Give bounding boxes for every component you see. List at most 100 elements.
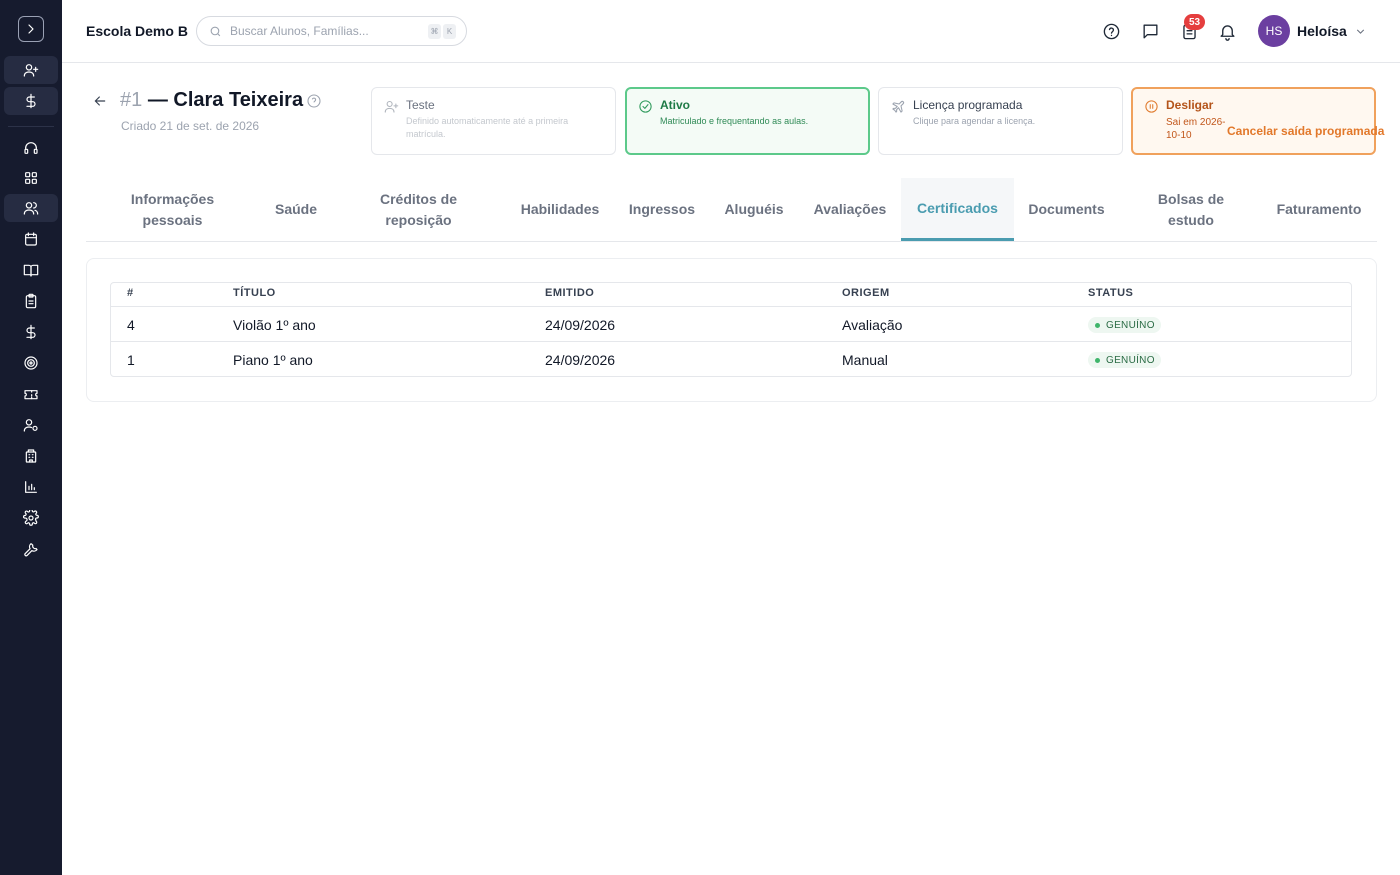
users-icon (23, 202, 39, 215)
user-plus-icon (384, 99, 399, 119)
sidebar-item-reports[interactable] (4, 473, 58, 501)
tasks-count-badge: 53 (1184, 14, 1206, 30)
back-button[interactable] (92, 93, 110, 111)
table-row-divider (111, 341, 1351, 342)
ticket-icon (24, 390, 38, 400)
sidebar-item-tickets[interactable] (4, 380, 58, 408)
school-name: Escola Demo B (86, 23, 188, 39)
dollar-icon (26, 324, 36, 340)
sidebar-item-support[interactable] (4, 134, 58, 162)
sidebar-item-billing[interactable] (4, 87, 58, 115)
sidebar-item-finance[interactable] (4, 318, 58, 346)
tab-avaliacoes[interactable]: Avaliações (809, 178, 891, 241)
user-plus-icon (23, 64, 39, 77)
tab-saude[interactable]: Saúde (261, 178, 331, 241)
status-card-desligar[interactable]: Desligar Sai em 2026-10-10 (1131, 87, 1376, 155)
message-square-icon (1142, 23, 1158, 39)
notifications-button[interactable] (1216, 20, 1238, 42)
shortcut-key-cmd: ⌘ (428, 24, 441, 39)
sidebar-item-goals[interactable] (4, 349, 58, 377)
sidebar-item-attendance[interactable] (4, 287, 58, 315)
row-2-number: 1 (127, 352, 135, 368)
col-header-title: TÍTULO (233, 287, 276, 299)
search-icon (210, 26, 221, 36)
headset-icon (24, 142, 38, 154)
student-number: #1 (120, 89, 143, 111)
wrench-icon (24, 543, 38, 557)
user-menu-toggle[interactable] (1354, 25, 1367, 43)
help-circle-icon (1103, 23, 1119, 39)
status-dot (1095, 357, 1100, 363)
sidebar-item-settings[interactable] (4, 504, 58, 532)
status-badge: GENUÍNO (1088, 352, 1161, 368)
status-dot (1095, 322, 1100, 328)
tab-informacoes-pessoais[interactable]: Informações pessoais (104, 178, 241, 241)
user-name[interactable]: Heloísa (1297, 23, 1347, 39)
status-card-title: Licença programada (913, 98, 1023, 112)
help-circle-icon (307, 94, 321, 108)
status-card-teste[interactable]: Teste Definido automaticamente até a pri… (371, 87, 616, 155)
avatar[interactable]: HS (1258, 15, 1290, 47)
row-1-origin: Avaliação (842, 317, 903, 333)
status-label: GENUÍNO (1106, 354, 1155, 366)
tab-habilidades[interactable]: Habilidades (514, 178, 606, 241)
tab-faturamento[interactable]: Faturamento (1268, 178, 1370, 241)
sidebar-divider (8, 126, 54, 127)
row-1-issued: 24/09/2026 (545, 317, 616, 333)
sidebar (0, 0, 62, 875)
help-button[interactable] (1100, 20, 1122, 42)
tab-bar: Informações pessoais Saúde Créditos de r… (86, 178, 1377, 242)
cancel-scheduled-exit-link[interactable]: Cancelar saída programada (1227, 124, 1384, 138)
bell-icon (1219, 24, 1235, 41)
page-title: #1 — Clara Teixeira (120, 89, 303, 112)
tab-certificados[interactable]: Certificados (901, 178, 1014, 241)
sidebar-item-new-student[interactable] (4, 56, 58, 84)
chevron-right-icon (28, 24, 34, 34)
messages-button[interactable] (1139, 20, 1161, 42)
tab-ingressos[interactable]: Ingressos (626, 178, 698, 241)
col-header-status: STATUS (1088, 287, 1134, 299)
status-card-title: Desligar (1166, 98, 1214, 112)
tab-creditos-reposicao[interactable]: Créditos de reposição (362, 178, 475, 241)
status-badge: GENUÍNO (1088, 317, 1161, 333)
col-header-origin: ORIGEM (842, 287, 890, 299)
grid-icon (25, 172, 37, 184)
status-card-desc: Clique para agendar a licença. (913, 116, 1036, 126)
book-open-icon (23, 264, 39, 277)
status-card-desc: Matriculado e frequentando as aulas. (660, 116, 809, 126)
sidebar-item-dashboard[interactable] (4, 164, 58, 192)
table-header-divider (111, 306, 1351, 307)
sidebar-item-students[interactable] (4, 194, 58, 222)
plane-icon (891, 99, 906, 119)
status-card-desc: Definido automaticamente até a primeira … (406, 116, 569, 139)
sidebar-item-courses[interactable] (4, 256, 58, 284)
status-label: GENUÍNO (1106, 319, 1155, 331)
sidebar-item-school[interactable] (4, 442, 58, 470)
row-2-issued: 24/09/2026 (545, 352, 616, 368)
status-card-desc: Sai em 2026-10-10 (1166, 117, 1226, 141)
status-card-title: Teste (406, 98, 435, 112)
calendar-icon (25, 232, 37, 246)
status-card-title: Ativo (660, 98, 690, 112)
tab-documents[interactable]: Documents (1023, 178, 1110, 241)
app-root: Escola Demo B ⌘ K 53 HS Heloísa #1 — Cla… (0, 0, 1400, 875)
pause-circle-icon (1144, 99, 1159, 119)
title-help-button[interactable] (306, 93, 322, 114)
search-box[interactable]: ⌘ K (196, 16, 467, 46)
chevron-down-icon (1356, 29, 1365, 34)
tab-bolsas-estudo[interactable]: Bolsas de estudo (1141, 178, 1241, 241)
sidebar-expand-button[interactable] (18, 16, 44, 42)
tab-alugueis[interactable]: Aluguéis (720, 178, 788, 241)
sidebar-item-staff[interactable] (4, 411, 58, 439)
status-card-licenca[interactable]: Licença programada Clique para agendar a… (878, 87, 1123, 155)
user-cog-icon (23, 419, 38, 432)
student-name: — Clara Teixeira (147, 89, 304, 111)
row-2-origin: Manual (842, 352, 888, 368)
status-card-ativo[interactable]: Ativo Matriculado e frequentando as aula… (625, 87, 870, 155)
target-icon (24, 356, 38, 370)
check-circle-icon (638, 99, 653, 119)
building-icon (25, 449, 37, 463)
sidebar-item-calendar[interactable] (4, 225, 58, 253)
sidebar-item-tools[interactable] (4, 535, 58, 563)
search-input[interactable] (230, 24, 420, 38)
